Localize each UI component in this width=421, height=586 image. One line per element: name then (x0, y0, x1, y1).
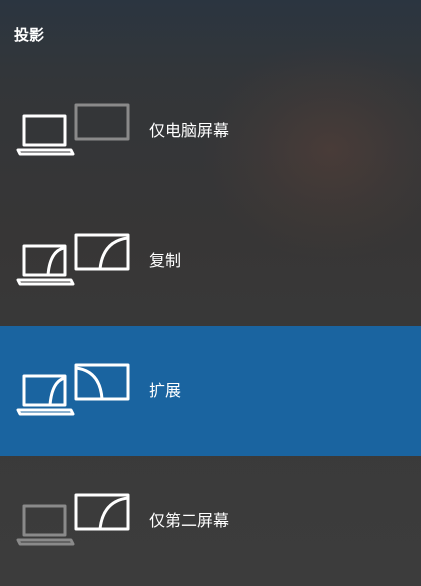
panel-title: 投影 (14, 26, 45, 44)
option-label: 扩展 (149, 381, 182, 400)
option-duplicate[interactable]: 复制 (0, 196, 421, 326)
option-label: 仅电脑屏幕 (149, 121, 230, 140)
project-panel: 投影 仅电脑屏幕 复制 扩展 仅第二屏幕 (0, 0, 421, 586)
second-screen-only-icon (16, 493, 130, 546)
option-second-screen-only[interactable]: 仅第二屏幕 (0, 456, 421, 586)
option-extend[interactable]: 扩展 (0, 326, 421, 456)
option-label: 仅第二屏幕 (149, 511, 230, 530)
extend-icon (16, 363, 130, 416)
pc-screen-only-icon (16, 103, 130, 156)
duplicate-icon (16, 233, 130, 286)
option-label: 复制 (149, 251, 182, 270)
option-pc-screen-only[interactable]: 仅电脑屏幕 (0, 66, 421, 196)
